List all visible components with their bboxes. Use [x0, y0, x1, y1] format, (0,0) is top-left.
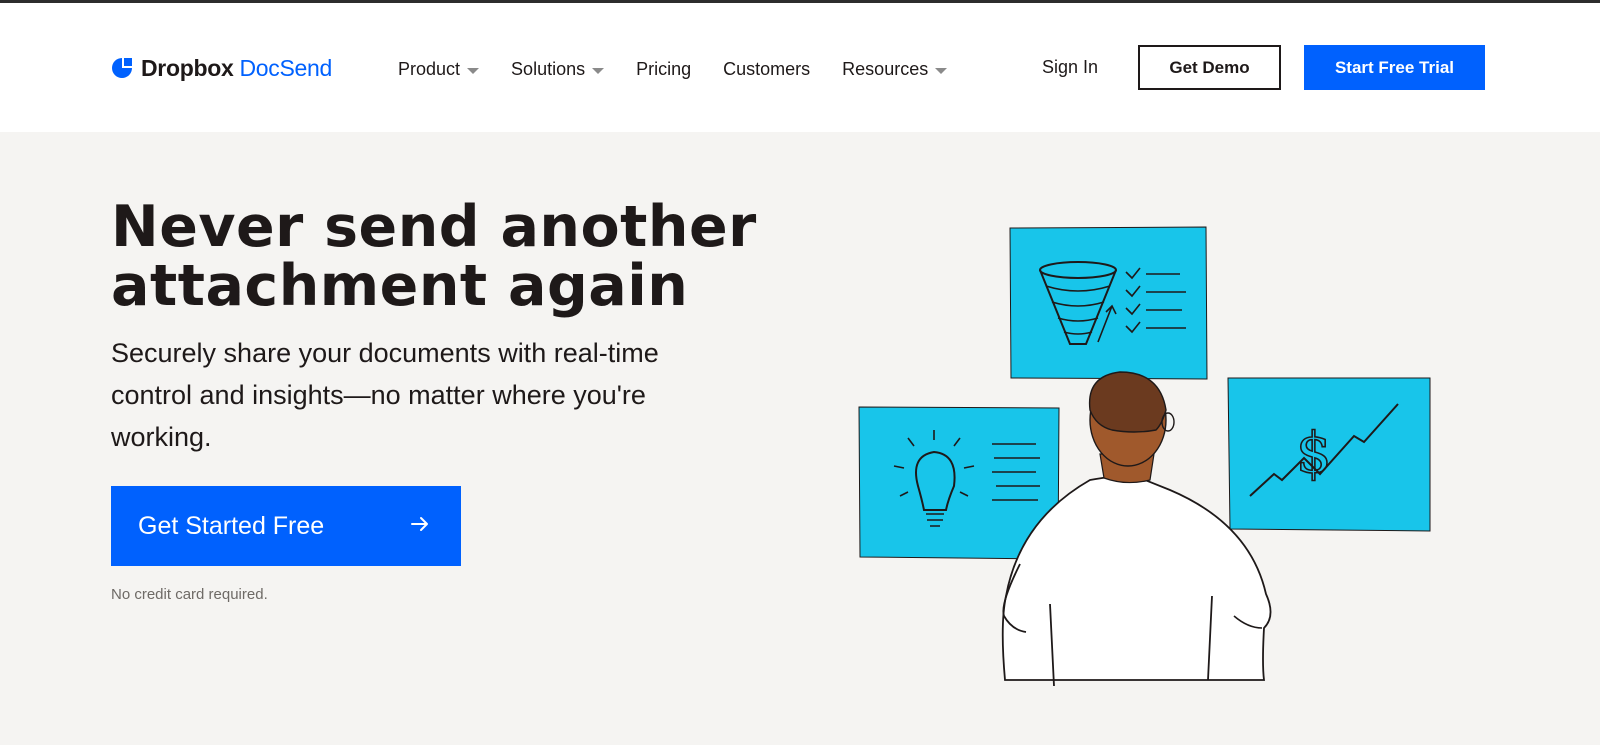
- hero-section: Never send another attachment again Secu…: [0, 132, 1600, 745]
- svg-text:$: $: [1296, 421, 1332, 486]
- hero-subheading: Securely share your documents with real-…: [111, 338, 659, 452]
- no-credit-card-note: No credit card required.: [111, 586, 268, 603]
- main-nav: Product Solutions Pricing Customers Reso…: [398, 55, 979, 83]
- logo-brand-text: Dropbox: [141, 54, 234, 81]
- headline-line-2: attachment again: [111, 253, 689, 319]
- nav-item-label: Pricing: [636, 58, 692, 79]
- nav-item-label: Solutions: [511, 58, 586, 79]
- site-header: Dropbox DocSend Product Solutions Pricin…: [0, 3, 1600, 132]
- headline-line-1: Never send another: [111, 194, 757, 260]
- arrow-right-icon: [411, 517, 428, 531]
- nav-item-resources[interactable]: Resources: [842, 58, 948, 80]
- docsend-logo[interactable]: Dropbox DocSend: [111, 55, 332, 81]
- get-demo-button[interactable]: Get Demo: [1138, 45, 1281, 90]
- hero-headline: Never send another attachment again: [111, 198, 811, 316]
- nav-item-label: Customers: [723, 58, 811, 79]
- chevron-down-icon: [935, 67, 948, 74]
- nav-item-label: Resources: [842, 58, 929, 79]
- sign-in-link[interactable]: Sign In: [1042, 57, 1098, 78]
- dropbox-logo-icon: [112, 58, 132, 78]
- nav-item-product[interactable]: Product: [398, 58, 480, 80]
- chevron-down-icon: [467, 67, 480, 74]
- get-started-free-button[interactable]: Get Started Free: [111, 486, 461, 566]
- cta-label: Get Started Free: [138, 511, 325, 540]
- start-free-trial-button[interactable]: Start Free Trial: [1304, 45, 1485, 90]
- nav-item-customers[interactable]: Customers: [723, 59, 810, 80]
- nav-item-pricing[interactable]: Pricing: [636, 59, 691, 80]
- dollar-growth-board: $: [1227, 377, 1431, 532]
- nav-item-label: Product: [398, 58, 461, 79]
- funnel-board: [1009, 226, 1208, 380]
- logo-product-text: DocSend: [239, 54, 332, 81]
- person-looking-at-boards-illustration: $: [858, 226, 1431, 687]
- nav-item-solutions[interactable]: Solutions: [511, 58, 605, 80]
- chevron-down-icon: [592, 67, 605, 74]
